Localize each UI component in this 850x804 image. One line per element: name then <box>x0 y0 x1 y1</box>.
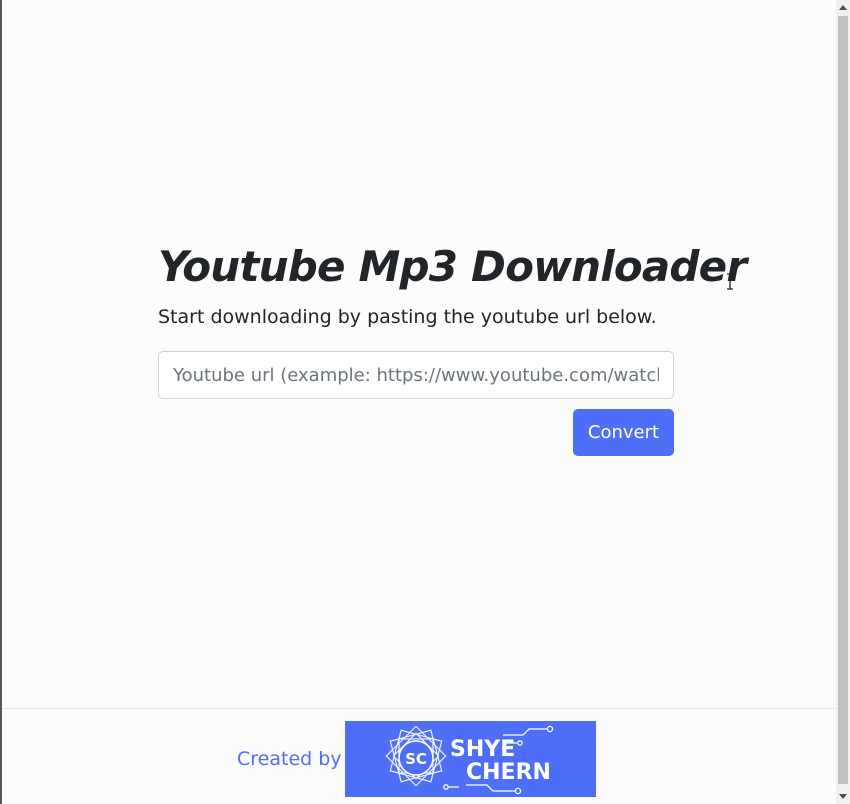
scrollbar-thumb[interactable] <box>838 16 848 784</box>
credit-label: Created by <box>237 748 342 770</box>
scroll-down-arrow-icon[interactable] <box>839 794 847 799</box>
logo-initials: SC <box>405 750 427 768</box>
footer: Created by SC SHYE CHERN <box>2 708 838 804</box>
scroll-up-arrow-icon[interactable] <box>839 5 847 10</box>
main-content: Youtube Mp3 Downloader Start downloading… <box>2 0 838 708</box>
logo-graphic: SC SHYE CHERN <box>385 725 554 795</box>
convert-button[interactable]: Convert <box>573 409 674 456</box>
youtube-url-input[interactable] <box>158 351 674 399</box>
button-row: Convert <box>158 409 674 456</box>
page-subtitle: Start downloading by pasting the youtube… <box>158 306 657 328</box>
hero-section: Youtube Mp3 Downloader Start downloading… <box>158 238 747 456</box>
text-cursor-icon <box>726 273 734 290</box>
logo-name-line2: CHERN <box>466 760 551 785</box>
author-logo[interactable]: SC SHYE CHERN <box>345 721 596 797</box>
logo-name-line1: SHYE <box>450 737 515 762</box>
text-cursor-icon-glyph <box>727 273 733 290</box>
page-title: Youtube Mp3 Downloader <box>158 242 747 291</box>
browser-viewport: Youtube Mp3 Downloader Start downloading… <box>0 0 850 804</box>
vertical-scrollbar[interactable] <box>836 0 850 804</box>
